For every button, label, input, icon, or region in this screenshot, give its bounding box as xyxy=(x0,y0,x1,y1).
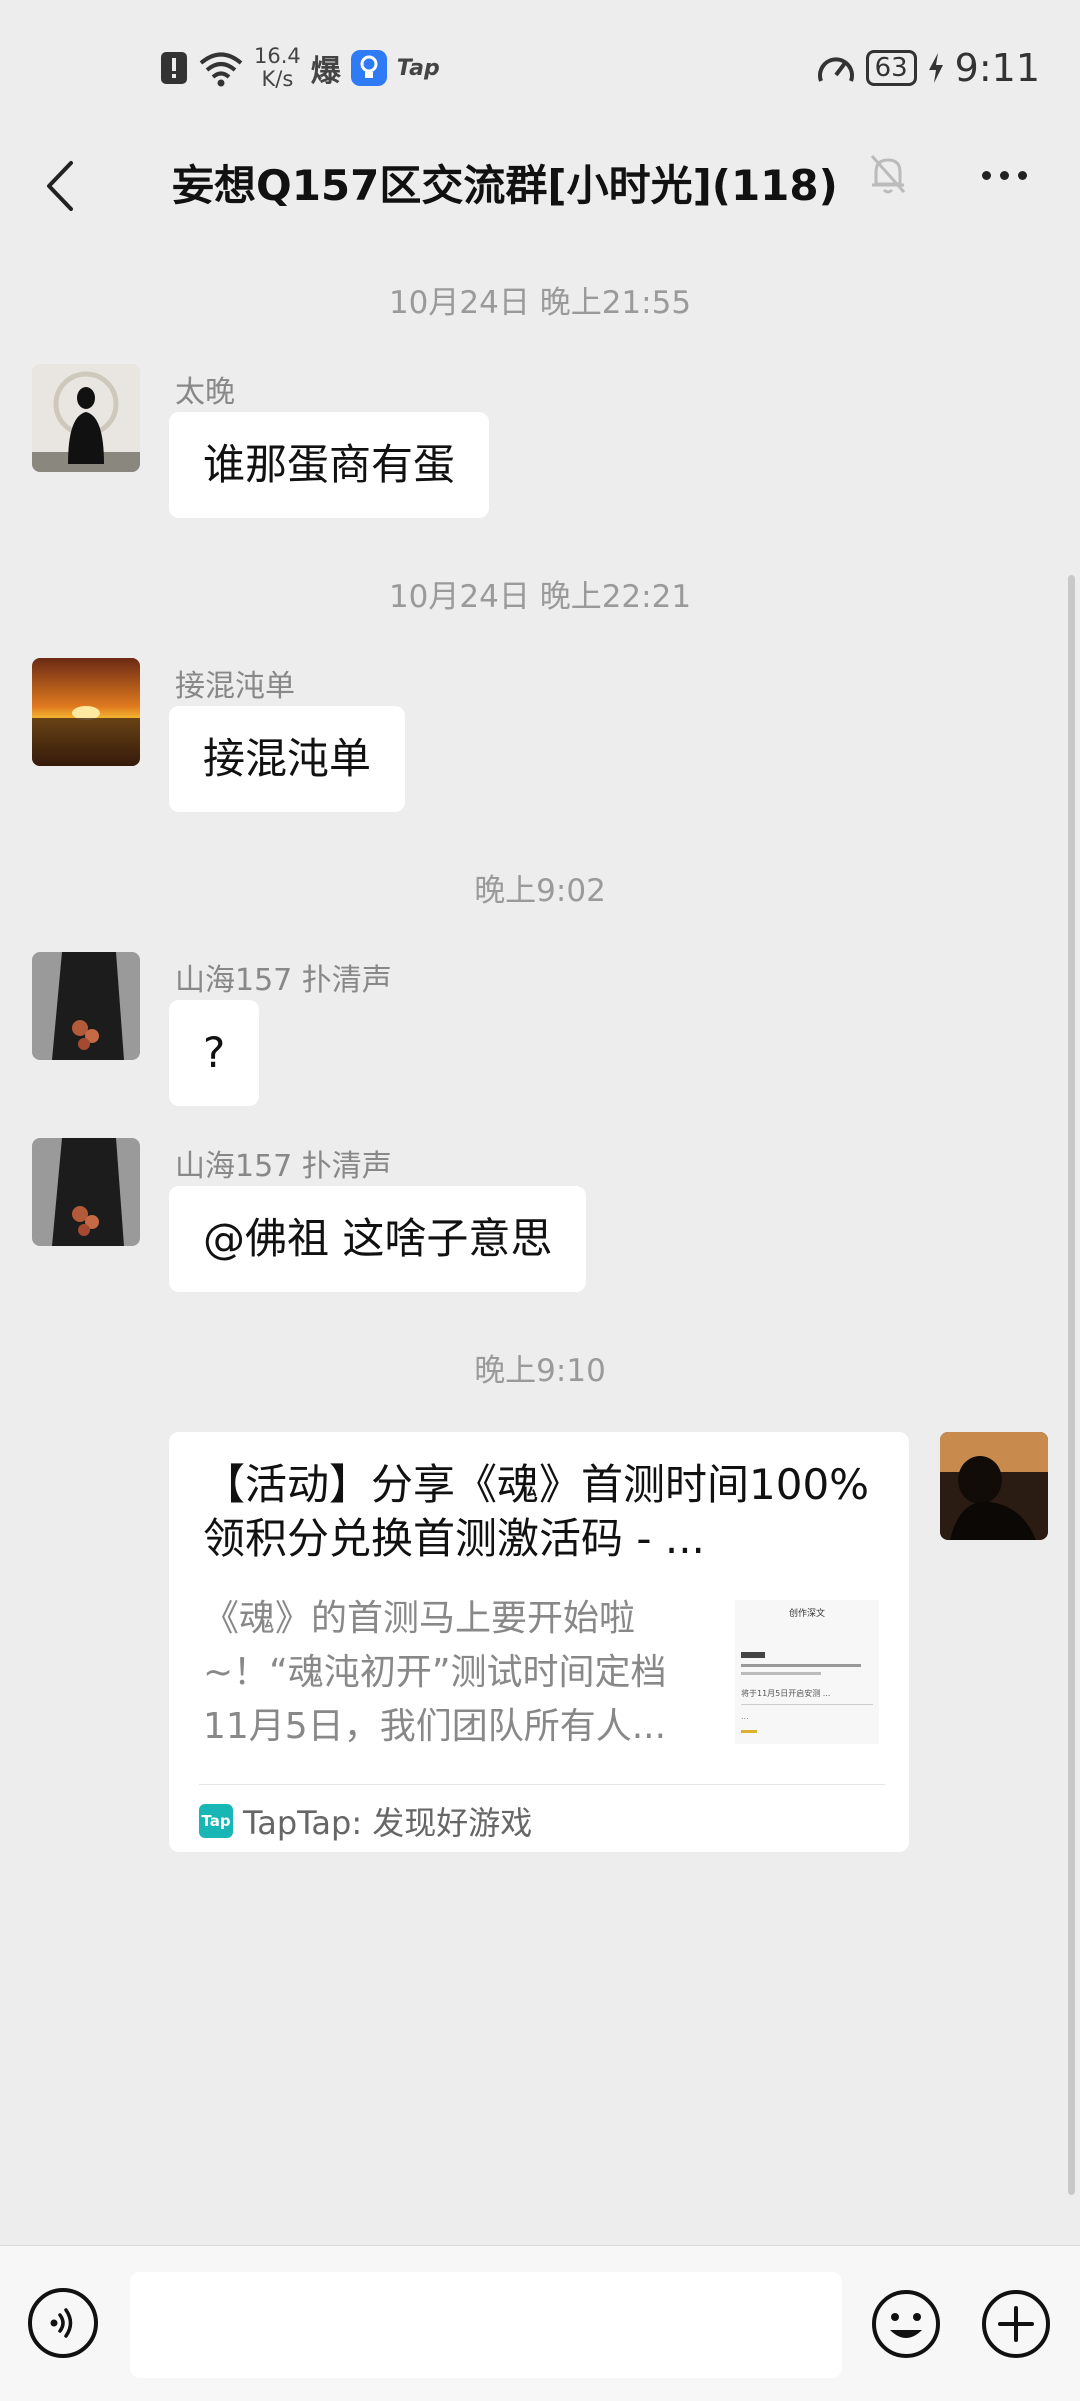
plus-icon xyxy=(982,2290,1050,2358)
link-card-thumbnail: 创作深文 将于11月5日开启安测 ... ... xyxy=(735,1600,879,1744)
notification-alert-icon xyxy=(161,52,187,84)
link-card-description: 《魂》的首测马上要开始啦~！“魂沌初开”测试时间定档11月5日，我们团队所有人.… xyxy=(203,1598,667,1747)
status-bar-right: 63 9:11 xyxy=(816,38,1040,98)
sender-name: 山海157 扑清声 xyxy=(175,963,392,998)
network-speed-unit: K/s xyxy=(261,67,294,91)
network-speed: 16.4 K/s xyxy=(254,45,301,91)
speedometer-icon xyxy=(817,57,854,82)
message-bubble[interactable]: @佛祖 这啥子意思 xyxy=(169,1186,587,1292)
taptap-notification-label: Tap xyxy=(396,55,440,81)
dot-icon xyxy=(999,170,1009,180)
link-card-title: 【活动】分享《魂》首测时间100%领积分兑换首测激活码 - ... xyxy=(203,1460,870,1563)
message-timestamp: 10月24日 晚上22:21 xyxy=(388,579,692,615)
back-arrow-icon xyxy=(47,161,73,211)
group-title: 妄想Q157区交流群[小时光](118) xyxy=(172,161,838,210)
more-actions-button[interactable] xyxy=(980,2288,1052,2360)
mute-bell-icon xyxy=(870,155,906,194)
message-timestamp: 10月24日 晚上21:55 xyxy=(388,285,692,321)
card-divider xyxy=(199,1784,885,1785)
message-bubble[interactable]: ? xyxy=(169,1000,260,1106)
sender-name: 太晚 xyxy=(175,375,235,410)
network-speed-value: 16.4 xyxy=(254,44,301,68)
thumbnail-footer: ... xyxy=(741,1712,749,1721)
chat-messages[interactable]: 10月24日 晚上21:55 太晚 谁那蛋商有蛋 10月24日 晚上22:21 xyxy=(0,242,1080,2245)
emoji-button[interactable] xyxy=(870,2288,942,2360)
message-bubble[interactable]: 接混沌单 xyxy=(169,706,406,812)
smiley-icon xyxy=(872,2290,940,2358)
link-card-source-label: TapTap: 发现好游戏 xyxy=(243,1804,533,1842)
dot-icon xyxy=(981,170,991,180)
my-avatar[interactable] xyxy=(940,1432,1048,1540)
message-timestamp: 晚上9:10 xyxy=(474,1353,606,1389)
sender-name: 山海157 扑清声 xyxy=(175,1149,392,1184)
chat-header: 妄想Q157区交流群[小时光](118) xyxy=(0,130,1080,242)
more-options-button[interactable] xyxy=(972,150,1036,200)
link-card[interactable]: 【活动】分享《魂》首测时间100%领积分兑换首测激活码 - ... 《魂》的首测… xyxy=(169,1432,909,1852)
voice-wave-icon xyxy=(50,2308,73,2338)
back-button[interactable] xyxy=(30,152,90,220)
voice-input-button[interactable] xyxy=(28,2288,98,2358)
clock: 9:11 xyxy=(954,46,1040,90)
app-notification-label: 爆 xyxy=(310,54,341,89)
charging-icon xyxy=(928,53,943,83)
dot-icon xyxy=(1017,170,1027,180)
battery-level: 63 xyxy=(865,50,917,86)
thumbnail-text-line: 将于11月5日开启安测 ... xyxy=(741,1689,831,1698)
avatar[interactable] xyxy=(32,952,140,1060)
sender-name: 接混沌单 xyxy=(175,669,295,704)
avatar[interactable] xyxy=(32,658,140,766)
lightbulb-app-icon xyxy=(350,50,387,86)
avatar[interactable] xyxy=(32,364,140,472)
thumbnail-header: 创作深文 xyxy=(788,1609,825,1619)
message-bubble[interactable]: 谁那蛋商有蛋 xyxy=(169,412,490,518)
message-timestamp: 晚上9:02 xyxy=(474,873,606,909)
input-bar xyxy=(0,2245,1080,2401)
avatar[interactable] xyxy=(32,1138,140,1246)
wifi-icon xyxy=(199,52,243,87)
status-bar-left: 16.4 K/s 爆 Tap xyxy=(160,38,440,98)
taptap-logo-icon: Tap xyxy=(199,1804,233,1838)
link-card-source: Tap TapTap: 发现好游戏 xyxy=(199,1796,532,1846)
status-bar: 16.4 K/s 爆 Tap 63 9:11 xyxy=(0,0,1080,130)
message-input[interactable] xyxy=(130,2272,842,2378)
